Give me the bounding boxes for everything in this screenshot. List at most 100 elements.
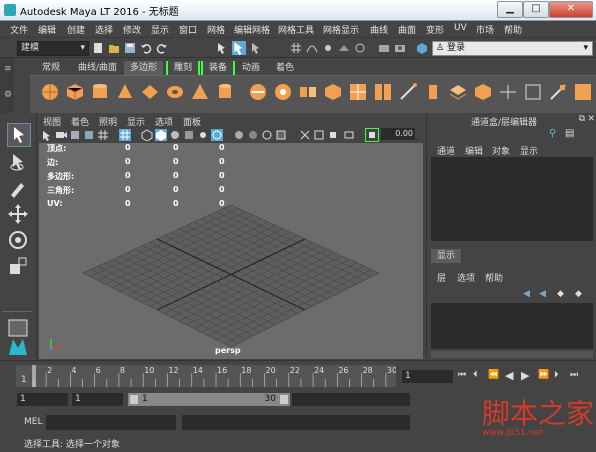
resolution-gate-icon[interactable] [343, 129, 355, 141]
extrude-icon[interactable] [423, 82, 443, 102]
exposure-field[interactable]: 0.00 [381, 128, 415, 140]
extract-icon[interactable] [298, 82, 318, 102]
new-empty-layer-icon[interactable]: ◆ [557, 289, 564, 299]
append-polygon-icon[interactable] [498, 82, 518, 102]
render-icon[interactable] [378, 42, 390, 54]
shelf-tab-general[interactable]: 常规 [36, 61, 66, 75]
step-forward-key-icon[interactable]: ⏩ [538, 370, 549, 380]
poly-cube-icon[interactable] [65, 82, 85, 102]
select-tool-icon[interactable] [7, 123, 31, 147]
cb-menu-channels[interactable]: 通道 [437, 144, 455, 157]
layer-menu-help[interactable]: 帮助 [485, 271, 503, 284]
close-icon[interactable]: ✕ [587, 114, 595, 124]
range-slider-bar[interactable]: 1 30 [128, 393, 290, 406]
menu-curves[interactable]: 曲线 [370, 23, 388, 36]
channel-list[interactable] [431, 157, 593, 241]
move-tool-icon[interactable] [7, 203, 29, 225]
scale-tool-icon[interactable] [7, 255, 29, 277]
menu-uv[interactable]: UV [454, 23, 467, 33]
grid-toggle-icon[interactable] [97, 129, 109, 141]
xray-joints-icon[interactable] [313, 129, 325, 141]
new-scene-icon[interactable] [92, 42, 104, 54]
textured-icon[interactable] [183, 129, 195, 141]
menu-create[interactable]: 创建 [67, 23, 85, 36]
cb-menu-object[interactable]: 对象 [492, 144, 510, 157]
target-weld-icon[interactable] [573, 82, 593, 102]
play-forwards-icon[interactable]: ▶ [521, 369, 529, 382]
step-forward-frame-icon[interactable]: ⏵ [554, 370, 559, 380]
poly-pipe-icon[interactable] [215, 82, 235, 102]
animation-start-field[interactable]: 1 [17, 393, 68, 406]
current-time-indicator[interactable] [32, 365, 36, 387]
range-end-handle[interactable] [280, 395, 288, 404]
menu-mesh-tools[interactable]: 网格工具 [278, 23, 314, 36]
channel-box-settings-icon[interactable]: ⚲ [549, 128, 556, 139]
menu-modify[interactable]: 修改 [123, 23, 141, 36]
image-plane-icon[interactable] [83, 129, 95, 141]
bookmark-icon[interactable] [69, 129, 81, 141]
shelf-tab-curves-surfaces[interactable]: 曲线/曲面 [72, 61, 123, 75]
ambient-occlusion-icon[interactable] [233, 129, 245, 141]
wireframe-on-shaded-icon[interactable] [169, 129, 181, 141]
snap-point-icon[interactable] [322, 42, 334, 54]
minimize-button[interactable]: ▁ [497, 1, 523, 18]
float-icon[interactable]: ⧉ [579, 114, 585, 124]
menu-select[interactable]: 选择 [95, 23, 113, 36]
xray-icon[interactable] [299, 129, 311, 141]
snap-grid-icon[interactable] [290, 42, 302, 54]
bevel-icon[interactable] [473, 82, 493, 102]
mirror-icon[interactable] [373, 82, 393, 102]
ipr-render-icon[interactable] [394, 42, 406, 54]
gear-icon[interactable]: ⚙ [4, 90, 12, 100]
layer-list[interactable] [431, 303, 593, 349]
smooth-icon[interactable] [323, 82, 343, 102]
lasso-tool-icon[interactable] [7, 151, 29, 173]
layer-menu-options[interactable]: 选项 [457, 271, 475, 284]
cb-menu-show[interactable]: 显示 [520, 144, 538, 157]
playback-end-field[interactable] [292, 393, 410, 406]
poly-plane-icon[interactable] [140, 82, 160, 102]
close-button[interactable]: ✕ [549, 1, 593, 18]
shelf-tab-polygons[interactable]: 多边形 [124, 61, 164, 75]
go-to-end-icon[interactable]: ⏭ [570, 370, 578, 380]
cb-menu-edit[interactable]: 编辑 [465, 144, 483, 157]
poly-pyramid-icon[interactable] [190, 82, 210, 102]
workspace-icon[interactable] [416, 42, 428, 54]
menu-help[interactable]: 帮助 [504, 23, 522, 36]
attribute-editor-icon[interactable]: ▤ [565, 128, 574, 139]
poly-cylinder-icon[interactable] [90, 82, 110, 102]
menu-edit-mesh[interactable]: 编辑网格 [234, 23, 270, 36]
move-layer-down-icon[interactable]: ◀ [539, 289, 546, 299]
separate-icon[interactable] [273, 82, 293, 102]
menu-window[interactable]: 窗口 [179, 23, 197, 36]
menu-market[interactable]: 市场 [476, 23, 494, 36]
perspective-viewport[interactable]: 顶点: 0 0 0 边: 0 0 0 多边形: 0 0 0 三角形: 0 0 0… [39, 143, 423, 359]
bridge-icon[interactable] [448, 82, 468, 102]
fill-hole-icon[interactable] [523, 82, 543, 102]
shelf-tab-rigging[interactable]: 装备 [201, 61, 236, 75]
save-scene-icon[interactable] [124, 42, 136, 54]
wireframe-icon[interactable] [141, 129, 153, 141]
shelf-tab-animation[interactable]: 动画 [236, 61, 266, 75]
redo-icon[interactable] [156, 42, 168, 54]
playback-start-field[interactable]: 1 [72, 393, 123, 406]
mel-label[interactable]: MEL [24, 417, 42, 427]
depth-of-field-icon[interactable] [261, 129, 273, 141]
login-dropdown[interactable]: ♙ 登录 ▾ [432, 41, 593, 56]
layer-menu-layers[interactable]: 层 [437, 271, 446, 284]
step-back-key-icon[interactable]: ⏪ [488, 370, 499, 380]
lights-icon[interactable] [197, 129, 209, 141]
paint-select-tool-icon[interactable] [7, 177, 29, 199]
mode-dropdown[interactable]: 建模 ▾ [17, 41, 89, 56]
combine-icon[interactable] [248, 82, 268, 102]
go-to-start-icon[interactable]: ⏮ [458, 370, 466, 380]
undo-icon[interactable] [140, 42, 152, 54]
camera-select-icon[interactable] [41, 129, 53, 141]
horizontal-scrollbar[interactable] [431, 351, 593, 358]
menu-file[interactable]: 文件 [10, 23, 28, 36]
multi-cut-icon[interactable] [398, 82, 418, 102]
layer-tab-display[interactable]: 显示 [431, 249, 461, 263]
shelf-tab-sculpting[interactable]: 雕刻 [166, 61, 201, 75]
menu-edit[interactable]: 编辑 [38, 23, 56, 36]
menu-surfaces[interactable]: 曲面 [398, 23, 416, 36]
